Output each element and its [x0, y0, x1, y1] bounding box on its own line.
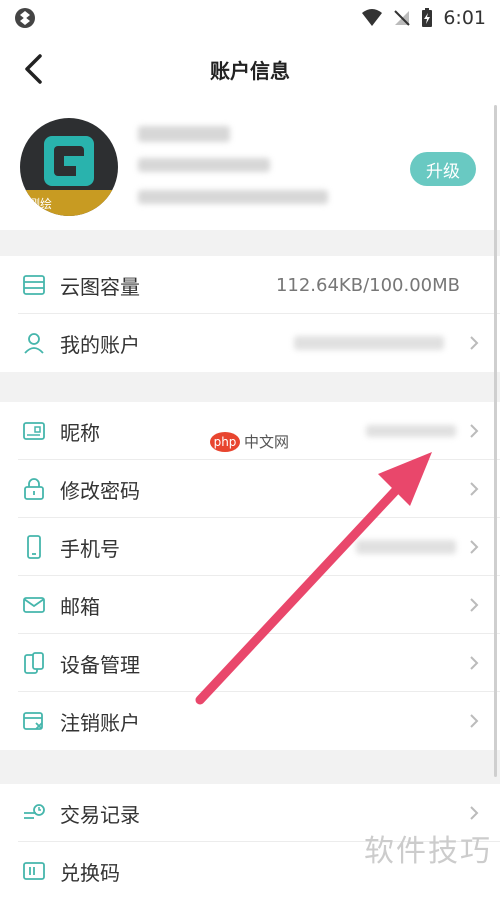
chevron-right-icon — [470, 806, 479, 820]
chevron-right-icon — [470, 482, 479, 496]
status-time: 6:01 — [443, 7, 486, 29]
chevron-right-icon — [470, 540, 479, 554]
row-email[interactable]: 邮箱 — [0, 576, 500, 634]
status-bar: 6:01 — [0, 0, 500, 36]
phone-icon — [27, 535, 41, 559]
phone-value-redacted — [356, 540, 456, 554]
profile-info-redacted — [138, 190, 328, 204]
section-divider — [0, 750, 500, 784]
row-deregister-account[interactable]: 注销账户 — [0, 692, 500, 750]
app-notification-icon — [15, 8, 35, 28]
user-icon — [24, 333, 44, 354]
profile-card: 测绘 升级 — [0, 102, 500, 230]
redeem-icon — [23, 862, 45, 880]
device-icon — [24, 652, 44, 674]
row-label: 设备管理 — [60, 652, 140, 677]
lock-icon — [24, 478, 44, 500]
chevron-right-icon — [470, 336, 479, 350]
php-watermark: php 中文网 — [210, 431, 289, 452]
mail-icon — [23, 597, 45, 613]
battery-charging-icon — [422, 8, 433, 27]
row-label: 注销账户 — [60, 710, 140, 735]
transactions-icon — [24, 804, 45, 819]
php-badge: php — [210, 431, 240, 452]
row-label: 修改密码 — [60, 478, 140, 503]
row-label: 我的账户 — [60, 332, 140, 357]
row-label: 云图容量 — [60, 274, 140, 299]
storage-icon — [23, 275, 45, 295]
signal-off-icon — [394, 10, 411, 26]
row-cloud-storage[interactable]: 云图容量 112.64KB/100.00MB — [0, 256, 500, 314]
chevron-right-icon — [470, 714, 479, 728]
upgrade-button[interactable]: 升级 — [410, 152, 476, 186]
row-my-account[interactable]: 我的账户 — [0, 314, 500, 372]
row-label: 交易记录 — [60, 802, 140, 827]
php-watermark-text: 中文网 — [244, 433, 290, 451]
profile-id-redacted — [138, 158, 270, 172]
section-divider — [0, 230, 500, 256]
nickname-icon — [23, 422, 45, 440]
section-divider — [0, 372, 500, 402]
row-phone[interactable]: 手机号 — [0, 518, 500, 576]
row-label: 手机号 — [60, 536, 120, 561]
page-title: 账户信息 — [210, 58, 290, 83]
wifi-icon — [362, 9, 383, 26]
row-label: 兑换码 — [60, 860, 120, 885]
top-nav-bar: 账户信息 — [0, 36, 500, 102]
row-label: 昵称 — [60, 420, 100, 445]
row-change-password[interactable]: 修改密码 — [0, 460, 500, 518]
storage-usage-value: 112.64KB/100.00MB — [275, 274, 460, 296]
row-device-management[interactable]: 设备管理 — [0, 634, 500, 692]
chevron-right-icon — [470, 598, 479, 612]
bottom-watermark: 软件技巧 — [364, 834, 492, 869]
scrollbar[interactable] — [494, 105, 497, 777]
avatar[interactable]: 测绘 — [20, 118, 118, 216]
row-label: 邮箱 — [60, 594, 100, 619]
back-arrow-icon[interactable] — [20, 52, 50, 86]
nickname-value-redacted — [366, 425, 456, 437]
chevron-right-icon — [470, 424, 479, 438]
chevron-right-icon — [470, 656, 479, 670]
deregister-icon — [23, 712, 43, 730]
account-value-redacted — [294, 336, 444, 350]
profile-name-redacted — [138, 126, 230, 142]
avatar-tag: 测绘 — [28, 197, 53, 211]
